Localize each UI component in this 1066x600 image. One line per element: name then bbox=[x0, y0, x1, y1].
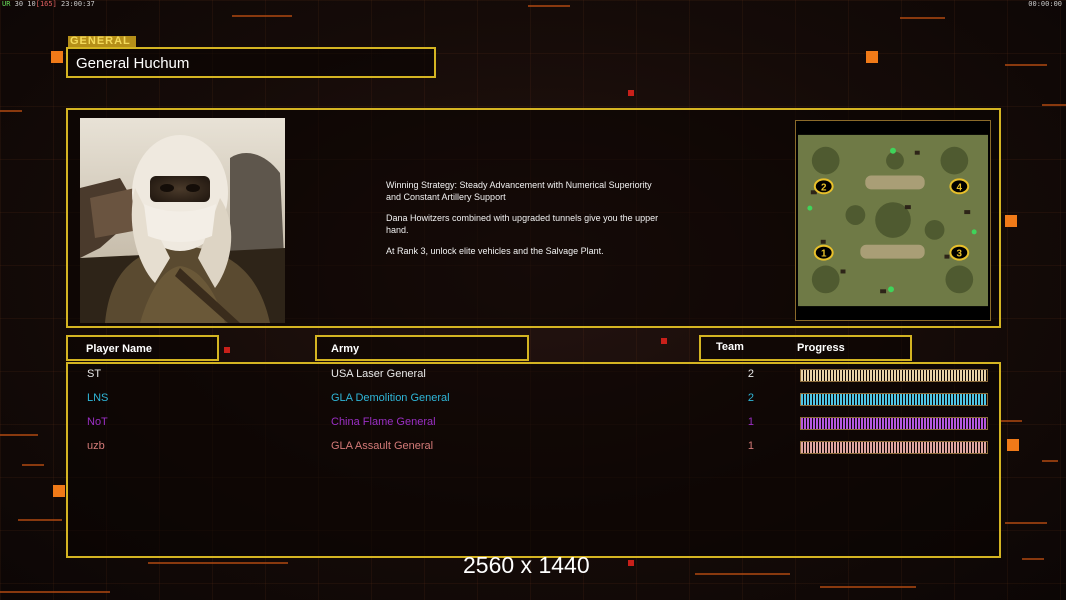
deco-line bbox=[232, 15, 292, 17]
general-tag: GENERAL bbox=[68, 36, 136, 47]
fps-prefix: UR bbox=[2, 0, 11, 8]
deco-line bbox=[0, 110, 22, 112]
match-timer: 00:00:00 bbox=[1028, 0, 1062, 8]
player-list: ST USA Laser General 2 LNS GLA Demolitio… bbox=[66, 362, 1001, 558]
fps-text: 30 10 bbox=[14, 0, 36, 8]
start-marker[interactable]: 3 bbox=[949, 244, 970, 261]
player-name: NoT bbox=[87, 416, 108, 428]
deco-line bbox=[18, 519, 62, 521]
deco-line bbox=[148, 562, 288, 564]
deco-line bbox=[900, 17, 945, 19]
deco-line bbox=[0, 591, 110, 593]
deco-line bbox=[1000, 420, 1022, 422]
team-progress-header: Team Progress bbox=[699, 335, 912, 361]
player-army: GLA Demolition General bbox=[331, 392, 450, 404]
player-army: USA Laser General bbox=[331, 368, 426, 380]
player-team: 2 bbox=[747, 368, 754, 380]
start-marker-label: 1 bbox=[821, 249, 827, 260]
strategy-line: Dana Howitzers combined with upgraded tu… bbox=[386, 213, 659, 235]
deco-line bbox=[1005, 64, 1047, 66]
deco-dot bbox=[628, 560, 634, 566]
player-name: ST bbox=[87, 368, 102, 380]
player-army: GLA Assault General bbox=[331, 440, 434, 452]
deco-square bbox=[1007, 439, 1019, 451]
player-row[interactable]: LNS GLA Demolition General 2 bbox=[68, 390, 999, 408]
resolution-label: 2560 x 1440 bbox=[463, 552, 590, 578]
general-portrait bbox=[80, 118, 285, 323]
strategy-text: Winning Strategy: Steady Advancement wit… bbox=[386, 180, 716, 268]
player-name-header[interactable]: Player Name bbox=[66, 335, 219, 361]
general-name: General Huchum bbox=[76, 55, 190, 72]
deco-dot bbox=[628, 90, 634, 96]
deco-line bbox=[820, 586, 916, 588]
deco-dot bbox=[661, 338, 667, 344]
strategy-line: At Rank 3, unlock elite vehicles and the… bbox=[386, 246, 604, 256]
frame-bracket: [165] bbox=[35, 0, 57, 8]
clock: 23:00:37 bbox=[61, 0, 95, 8]
progress-header-label: Progress bbox=[797, 342, 845, 354]
player-team: 2 bbox=[747, 392, 754, 404]
progress-bar bbox=[800, 417, 988, 430]
team-header-label[interactable]: Team bbox=[716, 341, 744, 353]
general-info-panel: Winning Strategy: Steady Advancement wit… bbox=[66, 108, 1001, 328]
deco-line bbox=[1022, 558, 1044, 560]
player-row[interactable]: ST USA Laser General 2 bbox=[68, 366, 999, 384]
start-marker[interactable]: 4 bbox=[949, 178, 970, 195]
player-row[interactable]: NoT China Flame General 1 bbox=[68, 414, 999, 432]
start-marker[interactable]: 2 bbox=[813, 178, 834, 195]
start-marker-label: 4 bbox=[957, 182, 963, 193]
deco-line bbox=[0, 434, 38, 436]
player-team: 1 bbox=[747, 416, 754, 428]
player-name-header-label: Player Name bbox=[86, 343, 153, 355]
player-name: LNS bbox=[87, 392, 109, 404]
deco-dot bbox=[224, 347, 230, 353]
map-preview[interactable]: 2 4 1 3 bbox=[795, 120, 991, 321]
player-row[interactable]: uzb GLA Assault General 1 bbox=[68, 438, 999, 456]
deco-square bbox=[51, 51, 63, 63]
fps-counter: UR 30 10[165] 23:00:37 bbox=[2, 0, 95, 8]
start-marker[interactable]: 1 bbox=[813, 244, 834, 261]
army-header[interactable]: Army bbox=[315, 335, 529, 361]
army-header-label: Army bbox=[331, 343, 360, 355]
start-marker-label: 3 bbox=[957, 249, 963, 260]
deco-line bbox=[528, 5, 570, 7]
player-army: China Flame General bbox=[331, 416, 436, 428]
deco-square bbox=[53, 485, 65, 497]
progress-bar bbox=[800, 441, 988, 454]
start-marker-label: 2 bbox=[821, 182, 827, 193]
deco-line bbox=[22, 464, 44, 466]
progress-bar bbox=[800, 393, 988, 406]
deco-line bbox=[1042, 460, 1058, 462]
strategy-line: Winning Strategy: Steady Advancement wit… bbox=[386, 180, 652, 202]
game-setup-screen: UR 30 10[165] 23:00:37 00:00:00 GENERAL … bbox=[0, 0, 1066, 600]
deco-line bbox=[1042, 104, 1066, 106]
general-name-box: General Huchum bbox=[66, 47, 436, 78]
player-name: uzb bbox=[87, 440, 105, 452]
deco-line bbox=[1005, 522, 1047, 524]
deco-square bbox=[866, 51, 878, 63]
progress-bar bbox=[800, 369, 988, 382]
deco-line bbox=[695, 573, 790, 575]
deco-square bbox=[1005, 215, 1017, 227]
player-team: 1 bbox=[747, 440, 754, 452]
